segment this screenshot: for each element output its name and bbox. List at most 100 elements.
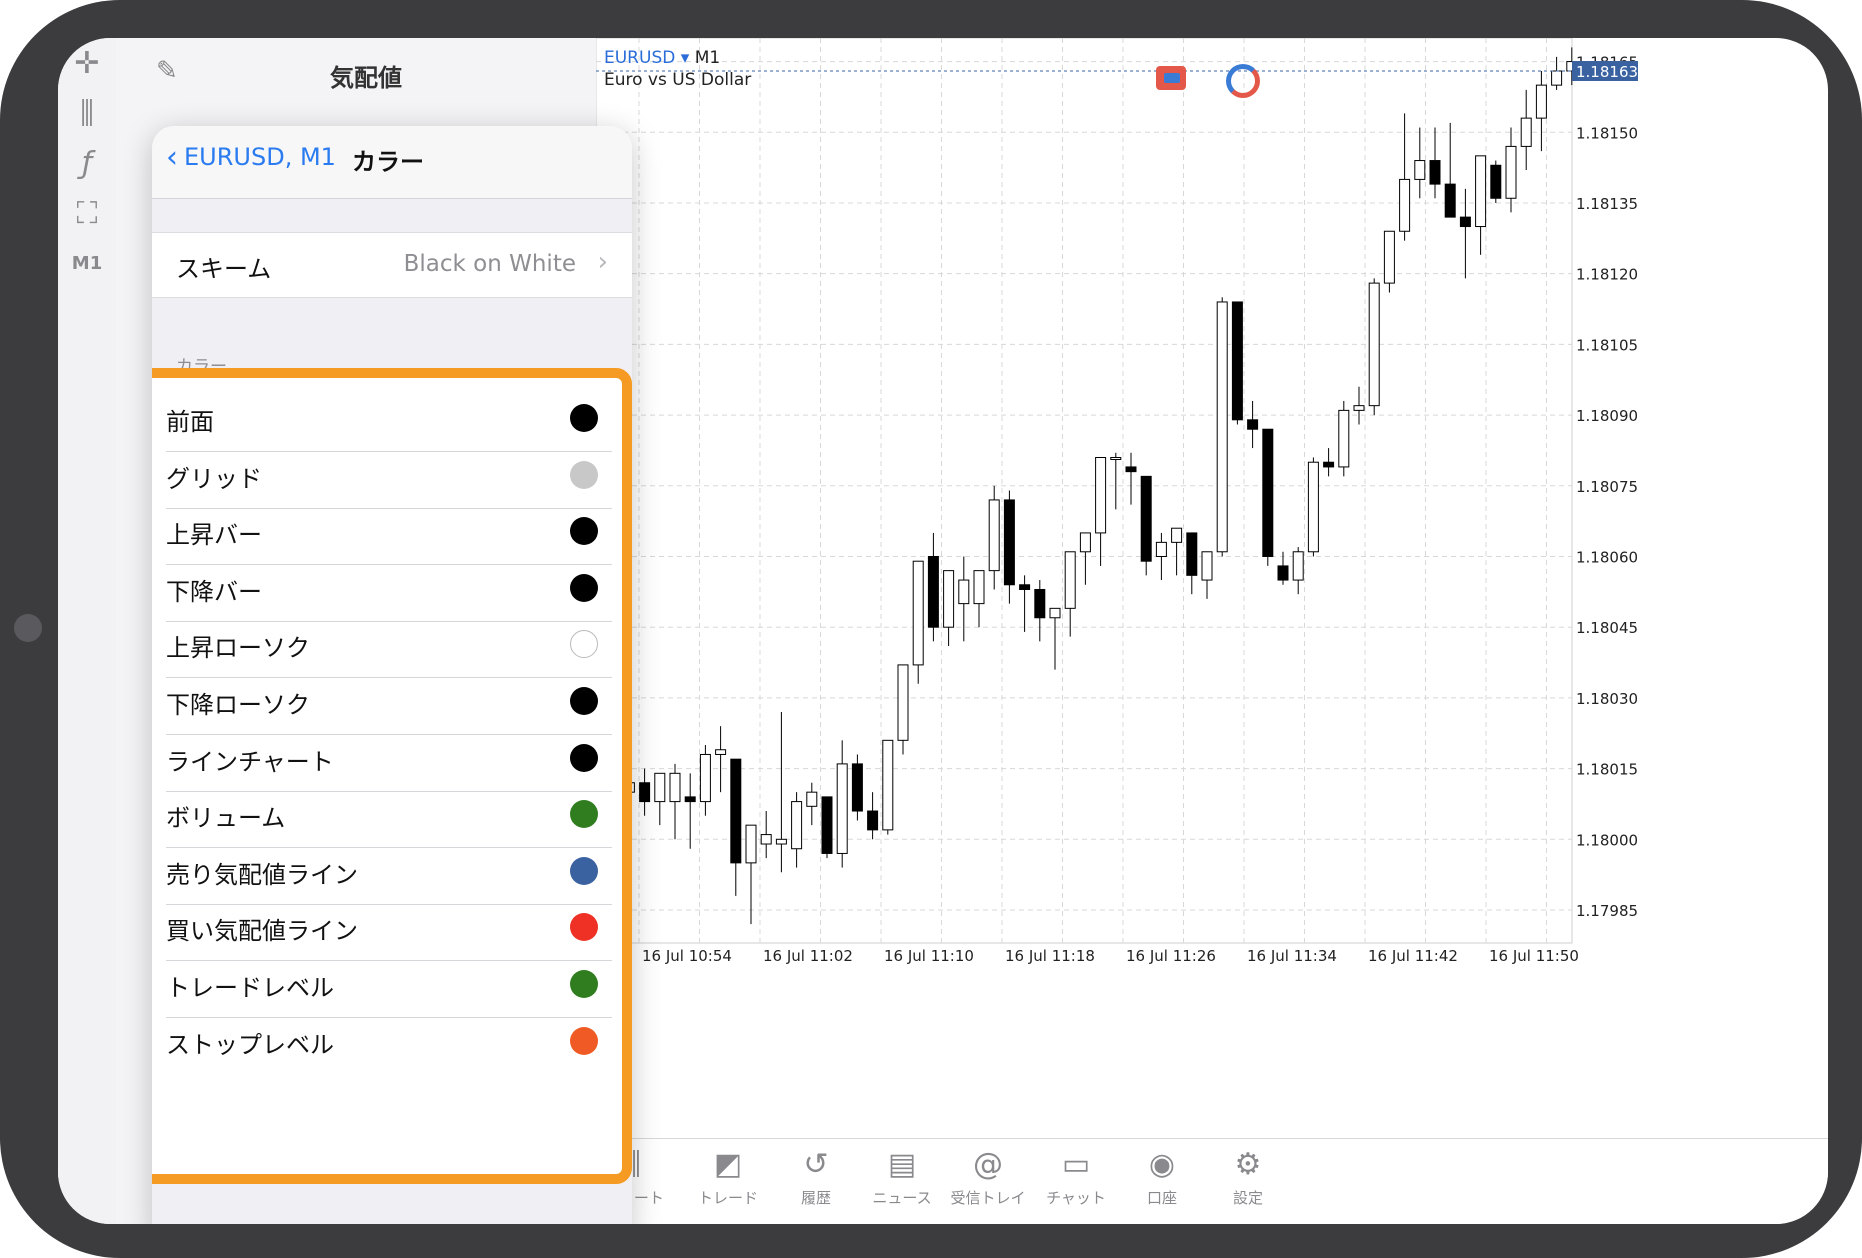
color-swatch[interactable] [570,573,598,602]
chevron-left-icon: ‹ [166,140,178,175]
tab-trade[interactable]: ◩ トレード [678,1147,778,1208]
time-tick-label: 16 Jul 10:54 [642,947,732,965]
color-swatch[interactable] [570,970,598,998]
price-tick-label: 1.18075 [1576,478,1638,496]
time-tick-label: 16 Jul 11:02 [763,947,853,965]
price-tick-label: 1.18150 [1576,124,1638,142]
price-tick-label: 1.18060 [1576,548,1638,566]
candle-body [958,579,970,605]
color-swatch[interactable] [570,687,598,715]
candle-body [973,570,985,605]
price-tick-label: 1.18000 [1576,831,1638,849]
home-button[interactable] [14,614,42,642]
candle-body [806,791,818,807]
candle-body [1459,216,1471,228]
candle-body [1323,461,1335,468]
tab-news[interactable]: ▤ ニュース [852,1147,952,1208]
candle-body [1186,532,1198,576]
bid-price-label: 1.18163 [1576,63,1638,81]
time-tick-label: 16 Jul 11:26 [1126,947,1216,965]
tab-account[interactable]: ◉ 口座 [1112,1147,1212,1208]
candle-body [1520,117,1532,147]
chart-area[interactable]: 1.181651.181501.181351.181201.181051.180… [593,38,1828,1138]
candle-body [927,555,939,628]
price-tick-label: 1.18045 [1576,619,1638,637]
tab-label: 受信トレイ [950,1189,1026,1207]
color-row-label: 上昇ローソク [166,634,310,663]
color-row[interactable]: ストップレベル [166,1007,612,1074]
one-click-trading-icon[interactable] [1156,66,1186,90]
color-list: 前面 グリッド 上昇バー 下降バー 上昇ローソク 下降ローソク ラインチャート ボリューム 売り… [152,368,632,1184]
function-icon[interactable]: ƒ [58,144,116,184]
candle-body [836,763,848,854]
color-row-label: 売り気配値ライン [166,860,358,889]
color-swatch[interactable] [570,1026,598,1055]
color-row-label: 前面 [166,408,214,436]
candle-body [1475,155,1487,228]
chart-symbol[interactable]: EURUSD ▾ M1 [604,48,720,68]
candle-body [1049,607,1061,619]
color-row-label: ボリューム [166,804,286,833]
time-tick-label: 16 Jul 11:50 [1489,947,1579,965]
symbol-dropdown-icon[interactable]: ▾ [681,48,690,68]
history-icon: ↺ [803,1147,829,1182]
candle-body [699,753,711,803]
candle-body [791,801,803,850]
scheme-row[interactable]: スキーム Black on White › [152,232,632,298]
side-toolbar: ✛ ⫼ ƒ ⛶ M1 [58,38,116,1224]
color-row-label: 下降ローソク [166,691,310,719]
tab-settings[interactable]: ⚙ 設定 [1198,1147,1298,1208]
candle-body [715,749,727,755]
candle-body [654,772,666,803]
candle-body [943,570,955,628]
time-tick-label: 16 Jul 11:34 [1247,947,1337,965]
candle-body [1414,160,1426,180]
candle-body [1125,466,1137,473]
color-swatch[interactable] [570,517,598,546]
objects-icon[interactable]: ⛶ [58,194,116,234]
color-swatch[interactable] [570,460,598,489]
candle-body [1155,541,1167,557]
candle-body [669,772,681,803]
candle-body [1429,160,1441,185]
tab-label: 履歴 [800,1189,831,1207]
candle-body [1034,588,1046,619]
candle-body [867,810,879,831]
tab-mailbox[interactable]: @ 受信トレイ [938,1147,1038,1208]
bottom-tab-bar: ⫼ チャート ◩ トレード ↺ 履歴 ▤ ニュース @ 受信トレイ ▭ チャット [596,1138,1828,1224]
color-row-label: 下降バー [166,577,262,606]
tab-label: トレード [697,1189,758,1207]
timeframe-button[interactable]: M1 [58,244,116,284]
chevron-right-icon: › [597,247,608,277]
candle-body [912,560,924,666]
candle-body [897,664,909,741]
candle-body [1399,178,1411,232]
color-swatch[interactable] [570,856,598,885]
chat-icon: ▭ [1061,1147,1091,1182]
candles-icon[interactable]: ⫼ [58,94,116,134]
candle-body [851,763,863,812]
tab-history[interactable]: ↺ 履歴 [766,1147,866,1208]
depth-of-market-icon[interactable] [1226,64,1260,98]
color-swatch[interactable] [570,743,598,772]
crosshair-icon[interactable]: ✛ [58,44,116,84]
price-tick-label: 1.18015 [1576,761,1638,779]
color-swatch[interactable] [570,913,598,942]
price-tick-label: 1.18135 [1576,195,1638,213]
edit-icon[interactable]: ✎ [156,56,178,86]
color-swatch[interactable] [570,404,598,432]
candle-body [745,824,757,864]
color-row-label: グリッド [166,464,262,493]
back-button[interactable]: ‹ EURUSD, M1 [166,140,336,175]
candle-body [1383,230,1395,284]
time-tick-label: 16 Jul 11:10 [884,947,974,965]
color-row-label: 上昇バー [166,521,262,550]
candle-body [760,834,772,845]
candle-body [1490,164,1502,199]
price-chart[interactable]: 1.181651.181501.181351.181201.181051.180… [593,38,1828,1138]
price-tick-label: 1.18030 [1576,690,1638,708]
color-swatch[interactable] [570,800,598,829]
color-swatch[interactable] [570,630,598,659]
tab-chat[interactable]: ▭ チャット [1026,1147,1126,1208]
symbol-name[interactable]: EURUSD [604,48,675,68]
